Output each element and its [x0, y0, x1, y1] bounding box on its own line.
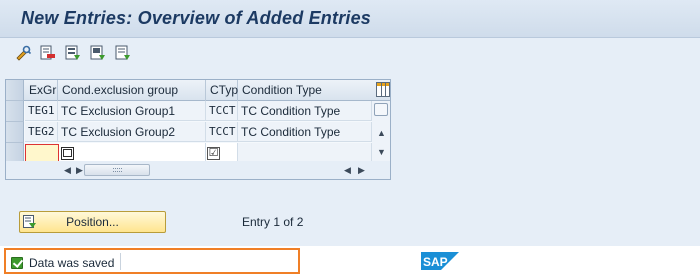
scroll-left-end-icon[interactable]: ◀: [344, 165, 351, 176]
table-header: ExGr Cond.exclusion group CTyp Condition…: [6, 80, 390, 101]
scroll-right-icon[interactable]: ▶: [76, 165, 83, 176]
cell-ctyp[interactable]: TCCT: [206, 122, 238, 142]
cell-condition-type[interactable]: TC Condition Type: [238, 101, 372, 121]
cell-condition-type[interactable]: TC Condition Type: [238, 122, 372, 142]
page-title: New Entries: Overview of Added Entries: [21, 8, 372, 28]
horizontal-scrollbar[interactable]: ◀ ▶ ◀ ▶: [6, 161, 390, 179]
application-toolbar: [0, 38, 700, 68]
success-check-icon: [11, 257, 23, 269]
column-header-exgr[interactable]: ExGr: [25, 80, 58, 101]
select-all-button[interactable]: [64, 44, 82, 62]
column-header-ctyp[interactable]: CTyp: [206, 80, 238, 101]
scroll-down-icon[interactable]: ▼: [377, 147, 386, 157]
status-text: Data was saved: [29, 256, 115, 270]
ctyp-checkbox[interactable]: ☑: [207, 147, 220, 160]
scroll-right-end-icon[interactable]: ▶: [358, 165, 365, 176]
entry-counter: Entry 1 of 2: [242, 215, 304, 229]
cell-exgr[interactable]: TEG2: [25, 122, 58, 142]
position-button[interactable]: Position...: [19, 211, 166, 233]
cell-cond-exclusion-group[interactable]: TC Exclusion Group2: [58, 122, 206, 142]
display-change-icon: [16, 45, 31, 61]
select-block-icon: [90, 45, 105, 60]
status-bar: Data was saved SAP: [0, 246, 700, 276]
status-message-area[interactable]: Data was saved: [4, 248, 300, 274]
horizontal-scroll-thumb[interactable]: [84, 164, 150, 176]
delete-row-icon: [40, 45, 55, 60]
table-control: ExGr Cond.exclusion group CTyp Condition…: [5, 79, 391, 180]
position-button-label: Position...: [66, 215, 119, 229]
status-divider: [120, 253, 121, 270]
vertical-scrollbar[interactable]: ▲ ▼: [372, 101, 390, 161]
deselect-all-icon: [115, 45, 130, 60]
sap-logo: SAP: [421, 252, 459, 270]
cell-exgr[interactable]: TEG1: [25, 101, 58, 121]
table-settings-icon[interactable]: [376, 82, 390, 97]
row-selector[interactable]: [6, 122, 24, 143]
status-message: Data was saved: [8, 253, 118, 270]
cell-cond-exclusion-group-input[interactable]: [58, 143, 206, 163]
value-help-button[interactable]: [61, 147, 74, 160]
cell-cond-exclusion-group[interactable]: TC Exclusion Group1: [58, 101, 206, 121]
select-all-rows-button[interactable]: [6, 80, 24, 101]
delete-row-button[interactable]: [39, 44, 57, 62]
column-header-cond-exclusion-group[interactable]: Cond.exclusion group: [58, 80, 206, 101]
deselect-all-button[interactable]: [114, 44, 132, 62]
column-header-condition-type[interactable]: Condition Type: [238, 80, 372, 101]
display-change-button[interactable]: [14, 44, 32, 62]
scroll-left-icon[interactable]: ◀: [64, 165, 71, 176]
scroll-up-icon[interactable]: ▲: [377, 128, 386, 138]
title-bar: New Entries: Overview of Added Entries: [0, 0, 700, 38]
row-selector[interactable]: [6, 101, 24, 122]
select-all-icon: [65, 45, 80, 60]
select-block-button[interactable]: [89, 44, 107, 62]
scroll-position-box[interactable]: [374, 103, 388, 116]
cell-ctyp[interactable]: TCCT: [206, 101, 238, 121]
cell-condition-type-empty: [238, 143, 372, 163]
svg-text:SAP: SAP: [423, 255, 448, 269]
